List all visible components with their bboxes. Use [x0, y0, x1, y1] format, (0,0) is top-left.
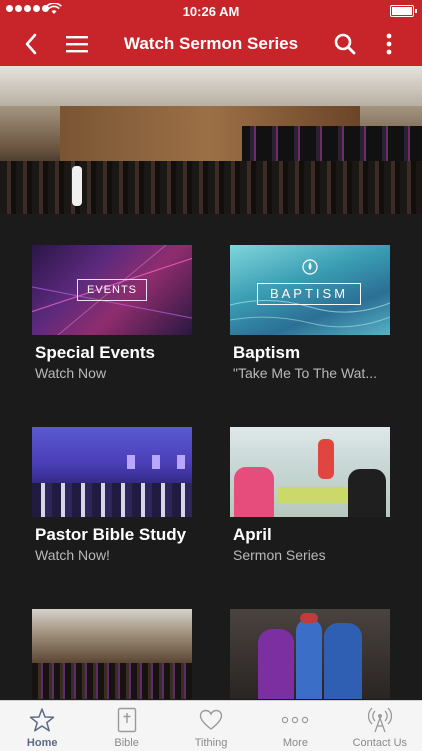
battery-icon: [390, 5, 417, 17]
top-bar: 10:26 AM Watch Sermon Series: [0, 0, 422, 66]
series-subtitle: Watch Now!: [35, 547, 110, 563]
series-card-6[interactable]: [230, 609, 390, 699]
search-icon: [334, 33, 356, 55]
series-title: Special Events: [35, 343, 156, 362]
heart-icon: [199, 709, 223, 730]
tab-label: Bible: [114, 737, 139, 749]
more-dots-icon: [282, 716, 309, 724]
series-subtitle: "Take Me To The Wat...: [233, 365, 377, 381]
tab-home[interactable]: Home: [0, 701, 84, 751]
series-thumbnail: [32, 609, 192, 699]
series-thumbnail: BAPTISM: [230, 245, 390, 335]
tab-label: Home: [26, 737, 58, 749]
search-button[interactable]: [330, 30, 360, 58]
series-thumbnail: EVENTS: [32, 245, 192, 335]
status-time: 10:26 AM: [182, 4, 240, 19]
tab-contact-us[interactable]: Contact Us: [338, 701, 422, 751]
series-subtitle: Watch Now: [35, 365, 107, 381]
status-bar: 10:26 AM: [0, 0, 422, 22]
series-card-5[interactable]: [32, 609, 192, 699]
series-thumbnail: [32, 427, 192, 517]
series-title: April: [233, 525, 272, 544]
series-card-baptism[interactable]: BAPTISM Baptism "Take Me To The Wat...: [230, 245, 390, 381]
sermon-series-grid: EVENTS Special Events Watch Now BAPTISM …: [0, 214, 422, 700]
series-thumbnail: [230, 609, 390, 699]
tab-tithing[interactable]: Tithing: [169, 701, 253, 751]
tab-label: More: [282, 737, 308, 749]
bible-icon: [117, 707, 136, 733]
series-title: Pastor Bible Study: [35, 525, 187, 544]
series-subtitle: Sermon Series: [233, 547, 326, 563]
tab-more[interactable]: More: [253, 701, 337, 751]
star-icon: [29, 708, 55, 732]
tab-label: Tithing: [194, 737, 228, 749]
more-options-button[interactable]: [374, 30, 404, 58]
series-thumbnail: [230, 427, 390, 517]
antenna-icon: [367, 707, 392, 733]
tab-label: Contact Us: [352, 737, 408, 749]
series-card-april[interactable]: April Sermon Series: [230, 427, 390, 563]
hero-image-church-choir: [0, 66, 422, 214]
series-card-special-events[interactable]: EVENTS Special Events Watch Now: [32, 245, 192, 381]
tab-bar: Home Bible Tithing More Contact Us: [0, 700, 422, 751]
tab-bible[interactable]: Bible: [84, 701, 168, 751]
vertical-dots-icon: [386, 33, 392, 55]
thumbnail-label: EVENTS: [77, 279, 147, 301]
nav-bar: Watch Sermon Series: [0, 22, 422, 66]
thumbnail-label: BAPTISM: [257, 283, 361, 305]
series-title: Baptism: [233, 343, 301, 362]
series-card-pastor-bible-study[interactable]: Pastor Bible Study Watch Now!: [32, 427, 192, 563]
